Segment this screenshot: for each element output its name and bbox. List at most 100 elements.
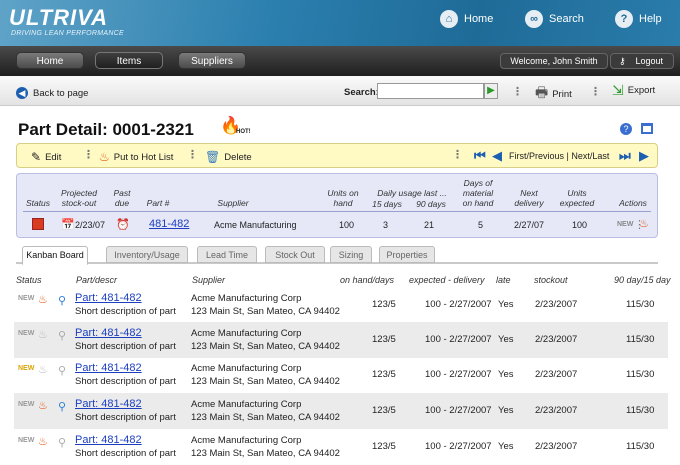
header-past-due: Past due (113, 188, 131, 208)
new-badge-icon[interactable]: NEW (617, 221, 633, 228)
part-link[interactable]: Part: 481-482 (75, 434, 142, 446)
tab-items[interactable]: Items (95, 52, 163, 69)
table-row[interactable]: NEW ♨ ⚲ Part: 481-482 Short description of p… (14, 357, 668, 393)
header-15-days: 15 days (372, 199, 402, 209)
nav-home[interactable]: ⌂ Home (440, 10, 493, 28)
next-delivery-value: 2/27/07 (514, 220, 545, 230)
pin-icon[interactable]: ⚲ (58, 436, 66, 449)
pin-icon[interactable]: ⚲ (58, 364, 66, 377)
search-input[interactable] (377, 83, 484, 99)
separator: ⋮ (512, 86, 523, 98)
projected-value: 2/23/07 (75, 220, 106, 230)
flame-icon[interactable]: ♨ (38, 293, 48, 306)
header-part: Part # (146, 198, 170, 208)
tab-lead-time[interactable]: Lead Time (197, 246, 257, 263)
print-button[interactable]: 🖶 Print (535, 82, 572, 106)
supplier-address: 123 Main St, San Mateo, CA 94402 (191, 412, 340, 423)
col-status: Status (16, 275, 42, 285)
header-days-material: Days of material on hand (462, 178, 494, 208)
back-arrow-icon: ◀ (16, 87, 28, 99)
flame-icon[interactable]: ♨ (38, 435, 48, 448)
flame-icon[interactable]: ♨ (38, 328, 48, 341)
tab-kanban-board[interactable]: Kanban Board (22, 246, 88, 265)
first-page-icon[interactable]: ⏮ (474, 148, 486, 164)
edit-button[interactable]: ✎ Edit (31, 150, 61, 164)
help-icon[interactable]: ? (620, 123, 632, 135)
new-badge-icon[interactable]: NEW (18, 295, 34, 302)
part-link[interactable]: Part: 481-482 (75, 292, 142, 304)
days-material-value: 5 (478, 220, 484, 230)
header-90-days: 90 days (416, 199, 446, 209)
alarm-clock-icon: ⏰ (116, 219, 130, 231)
search-go-button[interactable]: ▶ (484, 83, 498, 99)
header-units-expected: Units expected (559, 188, 595, 208)
on-hand-value: 123/5 (372, 299, 396, 310)
logout-button[interactable]: ⚷ Logout (610, 53, 674, 69)
separator: ⋮ (83, 149, 94, 161)
divider (23, 211, 651, 212)
late-value: Yes (498, 405, 514, 416)
tab-stock-out[interactable]: Stock Out (265, 246, 325, 263)
welcome-text: Welcome, John Smith (500, 53, 608, 69)
part-description: Short description of part (75, 448, 176, 459)
usage-value: 115/30 (626, 299, 655, 310)
separator: ⋮ (187, 149, 198, 161)
table-row[interactable]: NEW ♨ ⚲ Part: 481-482 Short description of p… (14, 393, 668, 429)
export-button[interactable]: ⇲ Export (612, 82, 655, 99)
stockout-value: 2/23/2007 (535, 334, 578, 345)
col-stockout: stockout (534, 275, 568, 285)
table-row[interactable]: NEW ♨ ⚲ Part: 481-482 Short description of p… (14, 287, 668, 323)
window-icon[interactable] (641, 123, 653, 134)
new-badge-icon[interactable]: NEW (18, 365, 34, 372)
header-status: Status (25, 198, 51, 208)
delete-button[interactable]: 🗑 Delete (205, 150, 252, 164)
pin-icon[interactable]: ⚲ (58, 400, 66, 413)
part-link[interactable]: 481-482 (149, 218, 189, 230)
search-label: Search: (344, 87, 379, 98)
action-toolbar: ✎ Edit ⋮ ♨ Put to Hot List ⋮ 🗑 Delete ⋮ ⏮ ◀… (16, 143, 658, 168)
pin-icon[interactable]: ⚲ (58, 294, 66, 307)
tab-suppliers[interactable]: Suppliers (178, 52, 246, 69)
pin-icon[interactable]: ⚲ (58, 329, 66, 342)
previous-page-icon[interactable]: ◀ (492, 148, 502, 164)
flame-icon: ♨ (99, 150, 110, 164)
app-header: ULTRIVA DRIVING LEAN PERFORMANCE ⌂ Home ∞… (0, 0, 680, 46)
tab-inventory-usage[interactable]: Inventory/Usage (106, 246, 188, 263)
table-row[interactable]: NEW ♨ ⚲ Part: 481-482 Short description of p… (14, 322, 668, 358)
part-link[interactable]: Part: 481-482 (75, 362, 142, 374)
col-on-hand: on hand/days (340, 275, 395, 285)
last-page-icon[interactable]: ▶ (639, 148, 649, 164)
back-button[interactable]: ◀ Back to page (16, 87, 88, 99)
tab-properties[interactable]: Properties (379, 246, 435, 263)
stockout-value: 2/23/2007 (535, 299, 578, 310)
nav-search[interactable]: ∞ Search (525, 10, 584, 28)
tab-sizing[interactable]: Sizing (330, 246, 372, 263)
supplier-name: Acme Manufacturing Corp (191, 363, 302, 374)
late-value: Yes (498, 334, 514, 345)
flame-icon[interactable]: ♨ (38, 363, 48, 376)
separator: ⋮ (590, 86, 601, 98)
new-badge-icon[interactable]: NEW (18, 437, 34, 444)
part-link[interactable]: Part: 481-482 (75, 327, 142, 339)
trash-icon: 🗑 (205, 150, 221, 164)
units-expected-value: 100 (572, 220, 588, 230)
header-daily-usage: Daily usage last ... (377, 188, 447, 198)
expected-value: 100 - 2/27/2007 (425, 334, 492, 345)
usage-value: 115/30 (626, 334, 655, 345)
next-page-icon[interactable]: ⏭ (619, 148, 631, 164)
flame-icon[interactable]: ♨ (639, 217, 649, 230)
flame-icon[interactable]: ♨ (38, 399, 48, 412)
on-hand-value: 123/5 (372, 441, 396, 452)
binoculars-icon: ∞ (525, 10, 543, 28)
part-link[interactable]: Part: 481-482 (75, 398, 142, 410)
expected-value: 100 - 2/27/2007 (425, 405, 492, 416)
new-badge-icon[interactable]: NEW (18, 330, 34, 337)
late-value: Yes (498, 441, 514, 452)
hot-list-button[interactable]: ♨ Put to Hot List (99, 150, 173, 164)
new-badge-icon[interactable]: NEW (18, 401, 34, 408)
units-on-hand-value: 100 (339, 220, 355, 230)
tab-home[interactable]: Home (16, 52, 84, 69)
nav-help[interactable]: ? Help (615, 10, 662, 28)
supplier-name: Acme Manufacturing Corp (191, 399, 302, 410)
pager-links[interactable]: First/Previous | Next/Last (509, 151, 609, 161)
